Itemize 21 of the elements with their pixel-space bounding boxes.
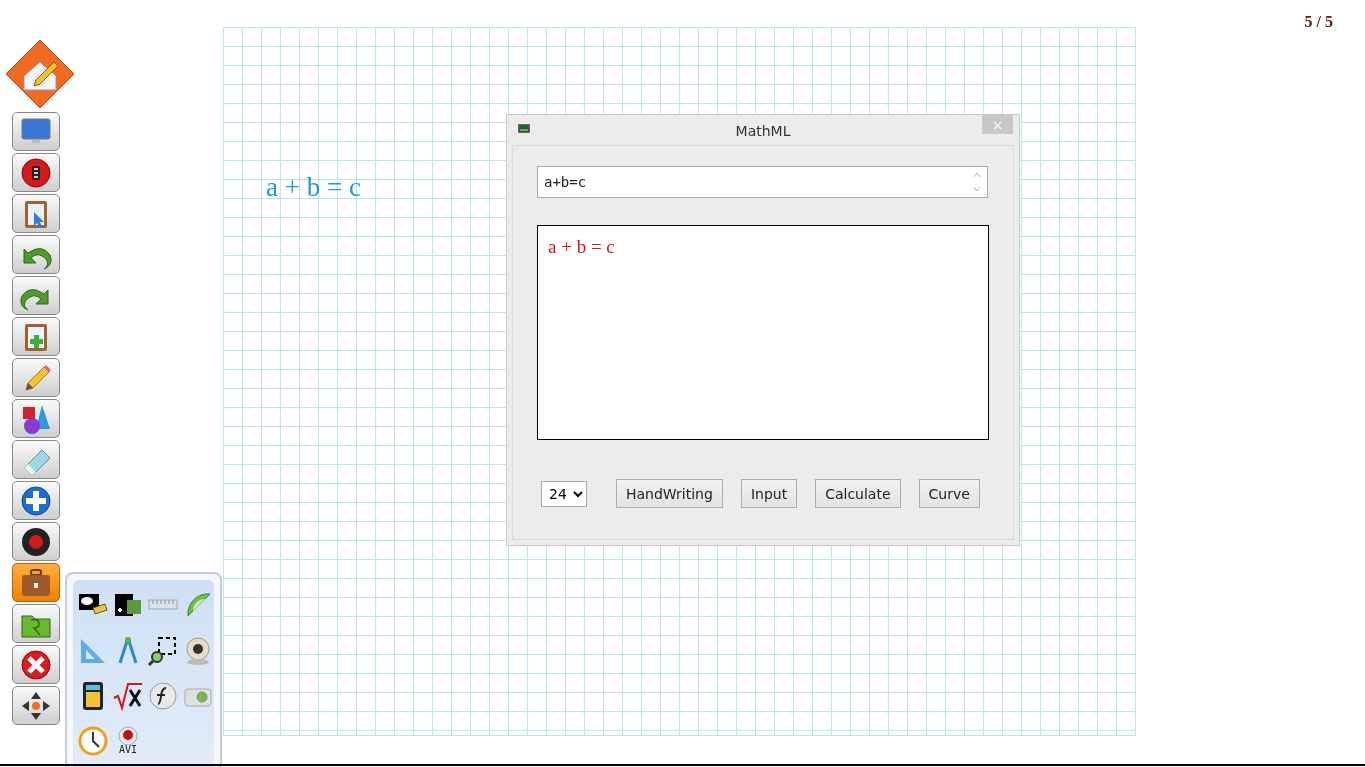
toolbar-button[interactable] [12,481,60,520]
function-icon[interactable] [147,680,179,712]
window-title: MathML [734,122,792,139]
rendered-formula: a + b = c [548,236,615,258]
toolbar-button[interactable] [12,563,60,602]
action-button[interactable]: HandWriting [616,479,723,508]
action-button[interactable]: Curve [918,479,980,508]
toolbar-button[interactable] [12,645,60,684]
clock-icon[interactable] [77,725,109,757]
square-root-icon[interactable] [112,680,144,712]
zoom-select-icon[interactable] [147,635,179,667]
action-button[interactable]: Calculate [815,479,901,508]
toolbar-button[interactable] [12,522,60,561]
toolbar-button[interactable] [12,686,60,725]
window-icon [518,124,530,133]
action-button[interactable]: Input [740,479,798,508]
toolbar-button[interactable] [12,153,60,192]
app-logo-icon[interactable] [4,38,76,110]
page-counter: 5 / 5 [1304,13,1333,30]
expression-input[interactable]: a+b=c [537,166,988,198]
font-size-dropdown[interactable]: 24 [541,480,587,507]
